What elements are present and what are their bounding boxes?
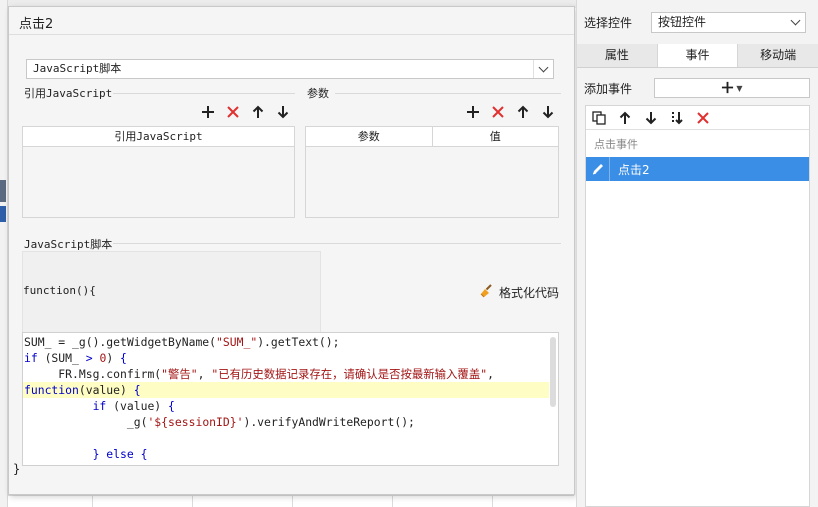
- script-type-select[interactable]: JavaScript脚本: [26, 59, 554, 79]
- copy-icon[interactable]: [591, 110, 607, 126]
- broom-icon: [479, 283, 495, 302]
- section-separator: [113, 93, 295, 94]
- pencil-icon[interactable]: [586, 157, 610, 181]
- script-section-label: JavaScript脚本: [24, 238, 113, 251]
- dialog-title: 点击2: [19, 17, 54, 32]
- code-editor[interactable]: SUM_ = _g().getWidgetByName("SUM_").getT…: [22, 332, 559, 466]
- background-editor-edge: [0, 0, 8, 507]
- delete-x-icon[interactable]: [225, 104, 241, 120]
- section-separator: [113, 243, 561, 244]
- function-closing-brace: }: [13, 462, 21, 476]
- plus-icon: [721, 79, 734, 98]
- property-panel: 选择控件 按钮控件 属性 事件 移动端 添加事件 ▼ 点击事件 点击2: [576, 0, 818, 507]
- background-marker: [0, 180, 6, 202]
- move-bottom-icon[interactable]: [669, 110, 685, 126]
- code-line: SUM_ = _g().getWidgetByName("SUM_").getT…: [24, 335, 340, 349]
- add-event-button[interactable]: ▼: [654, 78, 810, 98]
- delete-x-icon[interactable]: [695, 110, 711, 126]
- dialog-titlebar: [9, 7, 574, 35]
- column-header-value: 值: [489, 130, 501, 143]
- arrow-down-icon[interactable]: [643, 110, 659, 126]
- code-line: if (value) {: [92, 399, 175, 413]
- table-header: 引用JavaScript: [23, 127, 294, 147]
- tab-properties[interactable]: 属性: [577, 44, 658, 67]
- background-marker: [0, 206, 6, 222]
- params-section-label: 参数: [307, 87, 329, 100]
- plus-icon[interactable]: [200, 104, 216, 120]
- table-header: 参数 值: [306, 127, 558, 147]
- code-line: _g('${sessionID}').verifyAndWriteReport(…: [24, 415, 415, 429]
- code-line: FR.Msg.confirm("警告", "已有历史数据记录存在，请确认是否按最…: [24, 367, 494, 381]
- event-toolbar: [586, 106, 809, 130]
- background-grid: [8, 495, 574, 507]
- ref-js-section-label: 引用JavaScript: [24, 87, 113, 100]
- code-line: } else {: [92, 447, 148, 461]
- arrow-up-icon[interactable]: [250, 104, 266, 120]
- format-code-label: 格式化代码: [499, 286, 560, 300]
- code-line: if (SUM_ > 0) {: [24, 351, 127, 365]
- tab-events[interactable]: 事件: [657, 44, 739, 67]
- tab-mobile[interactable]: 移动端: [738, 44, 818, 67]
- plus-icon[interactable]: [465, 104, 481, 120]
- select-widget-label: 选择控件: [584, 16, 633, 30]
- params-table[interactable]: 参数 值: [305, 126, 559, 218]
- event-list: 点击事件 点击2: [585, 105, 810, 507]
- event-item-label: 点击2: [618, 163, 650, 177]
- chevron-down-icon: ▼: [736, 83, 743, 93]
- function-header: function(){: [23, 284, 96, 297]
- section-separator: [335, 93, 561, 94]
- add-event-label: 添加事件: [584, 82, 633, 96]
- column-header-param: 参数: [306, 127, 433, 146]
- event-dialog: 点击2 JavaScript脚本 引用JavaScript 引用JavaScri…: [8, 6, 575, 495]
- script-type-value: JavaScript脚本: [33, 62, 122, 75]
- chevron-down-icon[interactable]: [533, 60, 553, 78]
- delete-x-icon[interactable]: [490, 104, 506, 120]
- widget-type-select[interactable]: 按钮控件: [651, 12, 806, 33]
- panel-tabs: 属性 事件 移动端: [577, 44, 818, 68]
- arrow-up-icon[interactable]: [617, 110, 633, 126]
- event-item[interactable]: 点击2: [586, 157, 809, 181]
- event-group-header: 点击事件: [594, 138, 638, 151]
- chevron-down-icon[interactable]: [785, 13, 805, 32]
- code-line: return false;: [23, 462, 549, 465]
- widget-type-value: 按钮控件: [658, 15, 707, 29]
- code-scrollbar[interactable]: [550, 337, 556, 407]
- code-line: function(value) {: [23, 382, 549, 398]
- column-header: 引用JavaScript: [114, 130, 203, 143]
- arrow-down-icon[interactable]: [275, 104, 291, 120]
- arrow-up-icon[interactable]: [515, 104, 531, 120]
- ref-js-table[interactable]: 引用JavaScript: [22, 126, 295, 218]
- arrow-down-icon[interactable]: [540, 104, 556, 120]
- format-code-button[interactable]: 格式化代码: [479, 283, 559, 302]
